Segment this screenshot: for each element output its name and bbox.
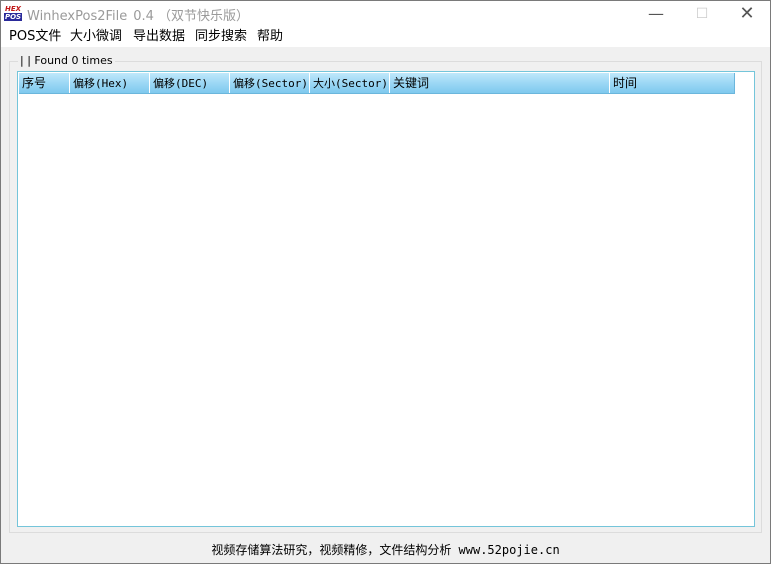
column-header-label: 关键词 (393, 76, 430, 90)
column-header-label: 偏移(Sector) (233, 77, 308, 90)
maximize-button[interactable]: ☐ (679, 1, 725, 27)
app-logo-text-top: HEX (4, 5, 22, 13)
app-version: 0.4 (133, 9, 154, 24)
menu-help[interactable]: 帮助 (256, 28, 284, 46)
column-header-offset-hex[interactable]: 偏移(Hex) (70, 73, 150, 93)
results-list-header: 序号 偏移(Hex) 偏移(DEC) 偏移(Sector) 大小(Sector)… (19, 73, 735, 94)
column-header-offset-sector[interactable]: 偏移(Sector) (230, 73, 310, 93)
column-header-label: 时间 (613, 76, 638, 90)
column-header-time[interactable]: 时间 (610, 73, 734, 93)
results-count-label: | | Found 0 times (18, 54, 115, 68)
app-name: WinhexPos2File (27, 9, 128, 24)
results-list[interactable]: 序号 偏移(Hex) 偏移(DEC) 偏移(Sector) 大小(Sector)… (17, 71, 755, 527)
title-bar[interactable]: HEX POS WinhexPos2File 0.4 （双节快乐版） — ☐ ✕ (1, 1, 770, 27)
column-header-label: 大小(Sector) (313, 77, 388, 90)
menu-size-adjust[interactable]: 大小微调 (69, 28, 123, 46)
menu-pos-file[interactable]: POS文件 (8, 28, 62, 46)
menu-export-data[interactable]: 导出数据 (132, 28, 186, 46)
status-bar: 视频存储算法研究，视频精修，文件结构分析 www.52pojie.cn (1, 538, 770, 562)
minimize-icon: — (648, 4, 664, 23)
column-header-label: 偏移(DEC) (153, 77, 209, 90)
status-text: 视频存储算法研究，视频精修，文件结构分析 www.52pojie.cn (211, 543, 560, 557)
app-logo-icon[interactable]: HEX POS (4, 5, 22, 23)
column-header-offset-dec[interactable]: 偏移(DEC) (150, 73, 230, 93)
column-header-index[interactable]: 序号 (19, 73, 70, 93)
close-icon: ✕ (739, 3, 755, 24)
close-button[interactable]: ✕ (724, 1, 770, 27)
column-header-keyword[interactable]: 关键词 (390, 73, 610, 93)
main-window: HEX POS WinhexPos2File 0.4 （双节快乐版） — ☐ ✕ P… (0, 0, 771, 564)
menu-sync-search[interactable]: 同步搜索 (194, 28, 248, 46)
app-logo-text-bottom: POS (4, 13, 22, 21)
app-edition: （双节快乐版） (157, 9, 249, 24)
column-header-label: 序号 (22, 76, 47, 90)
menu-bar: POS文件 大小微调 导出数据 同步搜索 帮助 (1, 27, 770, 48)
minimize-button[interactable]: — (633, 1, 679, 27)
maximize-icon: ☐ (695, 6, 709, 22)
column-header-size-sector[interactable]: 大小(Sector) (310, 73, 390, 93)
column-header-label: 偏移(Hex) (73, 77, 129, 90)
window-title: WinhexPos2File 0.4 （双节快乐版） (27, 5, 249, 24)
